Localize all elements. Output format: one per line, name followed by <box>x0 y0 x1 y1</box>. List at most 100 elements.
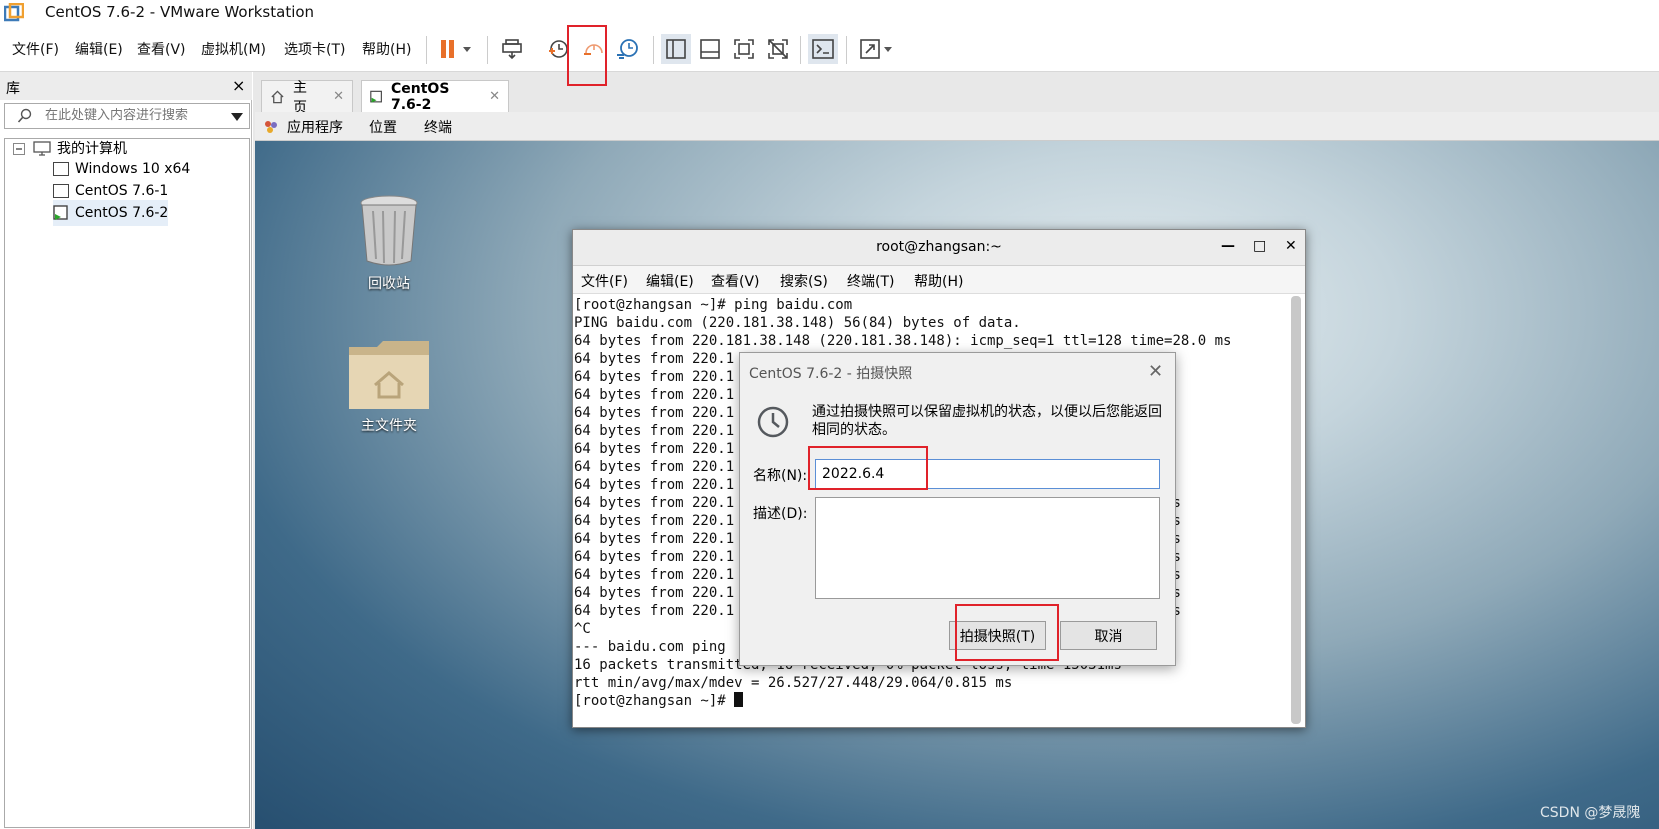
menu-edit[interactable]: 编辑(E) <box>75 39 123 59</box>
menu-help[interactable]: 帮助(H) <box>362 39 411 59</box>
terminal-line: rtt min/avg/max/mdev = 26.527/27.448/29.… <box>574 675 1013 691</box>
stretch-button[interactable] <box>854 34 900 64</box>
desktop-icon-label: 回收站 <box>368 276 410 292</box>
tab-label: CentOS 7.6-2 <box>390 80 450 113</box>
tree-item-centos-2[interactable]: CentOS 7.6-2 <box>53 200 169 226</box>
applications-icon <box>265 121 277 133</box>
terminal-menu-file[interactable]: 文件(F) <box>581 271 628 291</box>
library-search-box[interactable] <box>4 103 250 129</box>
snapshot-description-input[interactable] <box>815 497 1160 599</box>
tree-item-label: CentOS 7.6-1 <box>75 183 169 199</box>
show-library-button[interactable] <box>661 34 691 64</box>
tab-home[interactable]: 主页 ✕ <box>261 80 353 116</box>
home-icon <box>271 89 284 103</box>
terminal-title: root@zhangsan:~ <box>876 239 1002 255</box>
terminal-prompt: [root@zhangsan ~]# <box>574 693 735 709</box>
terminal-line: 64 bytes from 220.181.38.148 (220.181.38… <box>574 333 1232 349</box>
library-close-button[interactable]: × <box>232 76 245 95</box>
pause-button[interactable] <box>433 34 479 64</box>
snapshot-name-label: 名称(N): <box>753 468 808 484</box>
terminal-menu-terminal[interactable]: 终端(T) <box>847 271 894 291</box>
library-tree: 我的计算机 Windows 10 x64 CentOS 7.6-1 CentOS… <box>4 138 250 828</box>
terminal-menu-search[interactable]: 搜索(S) <box>780 271 828 291</box>
search-icon <box>17 108 32 123</box>
pause-icon <box>441 40 471 58</box>
tree-root-label: 我的计算机 <box>57 141 127 157</box>
menu-vm[interactable]: 虚拟机(M) <box>201 39 266 59</box>
dialog-message: 通过拍摄快照可以保留虚拟机的状态，以便以后您能返回相同的状态。 <box>812 404 1162 438</box>
unity-button[interactable] <box>763 34 793 64</box>
watermark: CSDN @梦晟隗 <box>1540 805 1641 821</box>
menu-toolbar: 文件(F) 编辑(E) 查看(V) 虚拟机(M) 选项卡(T) 帮助(H) <box>0 26 1659 72</box>
dialog-title: CentOS 7.6-2 - 拍摄快照 <box>749 366 913 382</box>
full-screen-icon <box>734 39 754 59</box>
close-icon[interactable]: ✕ <box>333 89 344 104</box>
snapshot-manager-icon <box>617 39 638 59</box>
toolbar-divider <box>426 36 427 64</box>
snapshot-description-label: 描述(D): <box>753 506 808 522</box>
console-view-icon <box>812 39 834 59</box>
toolbar-divider <box>800 36 801 64</box>
terminal-line: PING baidu.com (220.181.38.148) 56(84) b… <box>574 315 1021 331</box>
menu-tabs[interactable]: 选项卡(T) <box>284 39 345 59</box>
vm-running-icon <box>370 90 382 103</box>
tree-item-label: CentOS 7.6-2 <box>75 205 169 221</box>
unity-icon <box>768 39 788 59</box>
terminal-menu-view[interactable]: 查看(V) <box>711 271 760 291</box>
library-title: 库 <box>6 81 20 97</box>
terminal-menu-bar: 文件(F) 编辑(E) 查看(V) 搜索(S) 终端(T) 帮助(H) <box>573 266 1305 294</box>
collapse-icon[interactable] <box>13 143 25 155</box>
cancel-button[interactable]: 取消 <box>1060 621 1157 650</box>
snapshot-manager-button[interactable] <box>612 34 642 64</box>
vm-icon <box>53 184 69 198</box>
window-title: CentOS 7.6-2 - VMware Workstation <box>45 3 315 21</box>
terminal-prompt-line: [root@zhangsan ~]# <box>574 692 1288 710</box>
minimize-button[interactable]: — <box>1221 238 1235 254</box>
send-ctrl-alt-del-icon <box>502 39 522 60</box>
library-header <box>0 72 252 100</box>
show-library-icon <box>666 39 686 59</box>
thumbnail-bar-icon <box>700 39 720 59</box>
vm-icon <box>53 162 69 176</box>
terminal-title-bar[interactable]: root@zhangsan:~ — □ ✕ <box>573 230 1305 266</box>
vmware-logo-icon <box>4 3 24 22</box>
clock-icon <box>757 406 789 438</box>
tree-item-label: Windows 10 x64 <box>75 161 191 177</box>
desktop-trash[interactable]: 回收站 <box>339 193 439 293</box>
menu-view[interactable]: 查看(V) <box>137 39 186 59</box>
toolbar-divider <box>846 36 847 64</box>
terminal-line: [root@zhangsan ~]# ping baidu.com <box>574 297 853 313</box>
gnome-places-menu[interactable]: 位置 <box>369 117 397 137</box>
desktop-home-folder[interactable]: 主文件夹 <box>339 339 439 435</box>
full-screen-button[interactable] <box>729 34 759 64</box>
dialog-close-button[interactable]: ✕ <box>1148 361 1163 382</box>
chevron-down-icon[interactable] <box>231 112 243 122</box>
terminal-scrollbar[interactable] <box>1291 296 1301 724</box>
terminal-menu-help[interactable]: 帮助(H) <box>914 271 963 291</box>
computer-icon <box>33 140 51 156</box>
close-button[interactable]: ✕ <box>1285 238 1297 254</box>
trash-icon <box>360 195 418 266</box>
thumbnail-bar-button[interactable] <box>695 34 725 64</box>
send-ctrl-alt-del-button[interactable] <box>497 34 527 64</box>
home-folder-icon <box>349 341 429 409</box>
terminal-menu-edit[interactable]: 编辑(E) <box>646 271 694 291</box>
maximize-button[interactable]: □ <box>1253 238 1266 254</box>
toolbar-divider <box>487 36 488 64</box>
gnome-applications-menu[interactable]: 应用程序 <box>287 117 343 137</box>
close-icon[interactable]: ✕ <box>489 89 500 104</box>
stretch-icon <box>860 39 892 59</box>
desktop-icon-label: 主文件夹 <box>361 418 417 434</box>
tab-centos-2[interactable]: CentOS 7.6-2 ✕ <box>361 80 509 113</box>
highlight-confirm-button <box>955 604 1059 661</box>
vm-running-icon <box>53 205 68 220</box>
toolbar-divider <box>653 36 654 64</box>
menu-file[interactable]: 文件(F) <box>12 39 59 59</box>
tab-label: 主页 <box>292 79 307 116</box>
highlight-snapshot-name <box>808 446 928 490</box>
gnome-terminal-menu[interactable]: 终端 <box>424 117 452 137</box>
console-view-button[interactable] <box>808 34 838 64</box>
terminal-cursor <box>734 692 744 707</box>
guest-top-bar: 应用程序 位置 终端 <box>255 112 1659 141</box>
library-search-input[interactable] <box>45 108 225 123</box>
